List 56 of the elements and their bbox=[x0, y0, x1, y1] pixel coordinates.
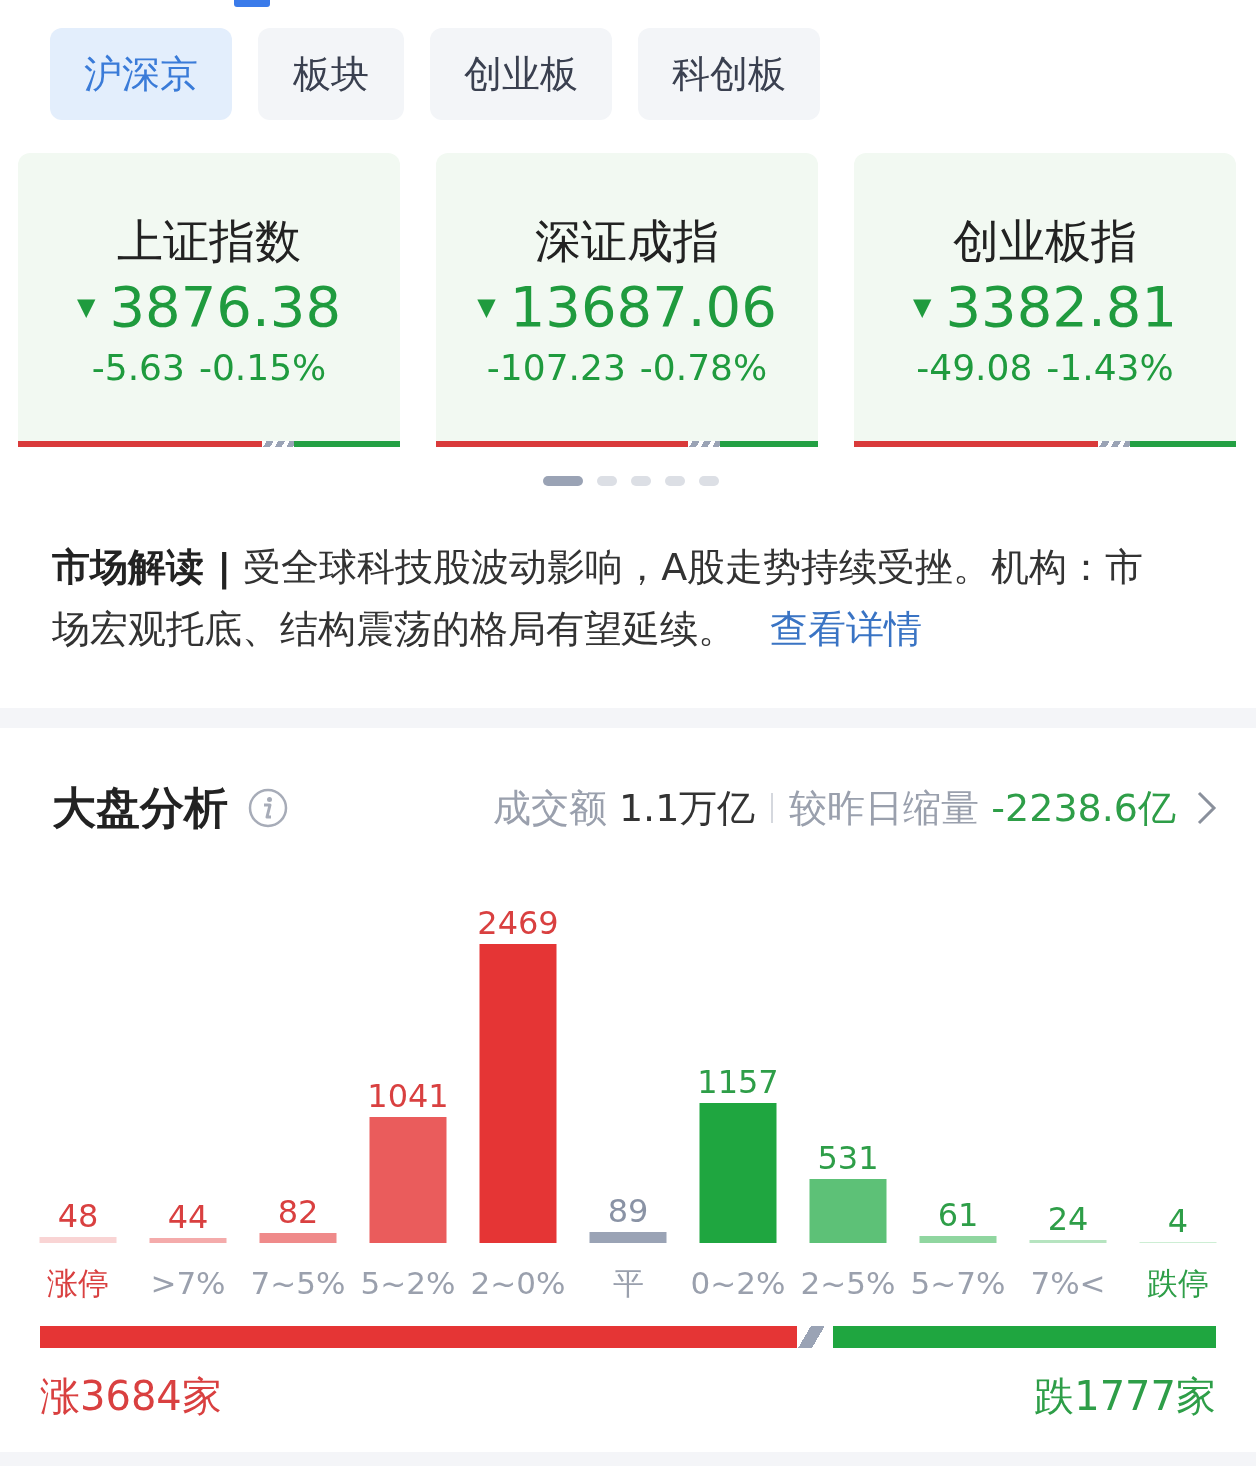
category-label: 平 bbox=[612, 1265, 644, 1301]
category-label: 跌停 bbox=[1147, 1265, 1209, 1301]
market-tab[interactable]: 科创板 bbox=[638, 28, 820, 120]
value-label: 82 bbox=[277, 1193, 319, 1231]
index-card[interactable]: 创业板指 ▼ 3382.81 -49.08 -1.43% bbox=[854, 153, 1236, 447]
turnover-label: 成交额 bbox=[492, 784, 607, 832]
category-label: 7%< bbox=[1030, 1265, 1106, 1301]
market-tab[interactable]: 沪深京 bbox=[50, 28, 232, 120]
index-change: -107.23 bbox=[486, 347, 626, 388]
category-label: >7% bbox=[150, 1265, 226, 1301]
value-label: 61 bbox=[937, 1196, 979, 1234]
compare-value: -2238.6亿 bbox=[991, 784, 1176, 832]
category-label: 7~5% bbox=[250, 1265, 346, 1301]
category-label: 0~2% bbox=[690, 1265, 786, 1301]
index-change: -49.08 bbox=[916, 347, 1033, 388]
category-label: 涨停 bbox=[47, 1265, 109, 1301]
market-tab[interactable]: 板块 bbox=[258, 28, 404, 120]
index-card[interactable]: 深证成指 ▼ 13687.06 -107.23 -0.78% bbox=[436, 153, 818, 447]
value-label: 1041 bbox=[367, 1077, 449, 1115]
index-name: 上证指数 bbox=[117, 213, 301, 269]
index-percent: -0.78% bbox=[639, 347, 768, 388]
down-arrow: ▼ bbox=[477, 295, 496, 319]
value-label: 1157 bbox=[697, 1063, 779, 1101]
index-name: 深证成指 bbox=[535, 213, 719, 269]
category-label: 2~0% bbox=[470, 1265, 566, 1301]
index-card[interactable]: 上证指数 ▼ 3876.38 -5.63 -0.15% bbox=[18, 153, 400, 447]
section-title: 大盘分析 bbox=[52, 780, 228, 835]
index-percent: -0.15% bbox=[198, 347, 327, 388]
value-label: 44 bbox=[167, 1198, 209, 1236]
fall-count: 跌1777家 bbox=[1034, 1371, 1216, 1421]
category-label: 2~5% bbox=[800, 1265, 896, 1301]
index-value: 3382.81 bbox=[945, 275, 1177, 339]
value-label: 4 bbox=[1167, 1202, 1189, 1240]
index-change: -5.63 bbox=[91, 347, 185, 388]
category-label: 5~2% bbox=[360, 1265, 456, 1301]
market-tab[interactable]: 创业板 bbox=[430, 28, 612, 120]
down-arrow: ▼ bbox=[76, 295, 96, 319]
value-label: 89 bbox=[607, 1192, 649, 1230]
down-arrow: ▼ bbox=[912, 295, 932, 319]
index-name: 创业板指 bbox=[953, 213, 1137, 269]
index-value: 13687.06 bbox=[509, 275, 777, 339]
index-value: 3876.38 bbox=[109, 275, 341, 339]
market-note: 市场解读 | 受全球科技股波动影响，A股走势持续受挫。机构：市场宏观托底、结构震荡的格局有望延续。 查看详情 bbox=[52, 544, 1145, 653]
details-link[interactable]: 查看详情 bbox=[770, 607, 922, 651]
value-label: 48 bbox=[57, 1197, 99, 1235]
chevron-right-icon[interactable] bbox=[1196, 790, 1218, 826]
value-label: 531 bbox=[817, 1139, 879, 1177]
category-label: 5~7% bbox=[910, 1265, 1006, 1301]
value-label: 2469 bbox=[477, 904, 559, 942]
info-icon[interactable] bbox=[248, 788, 288, 828]
index-percent: -1.43% bbox=[1046, 347, 1174, 388]
tab-indicator bbox=[234, 0, 270, 7]
rise-count: 涨3684家 bbox=[40, 1371, 222, 1421]
value-label: 24 bbox=[1047, 1200, 1089, 1238]
compare-label: 较昨日缩量 bbox=[789, 784, 980, 832]
turnover-value: 1.1万亿 bbox=[618, 784, 756, 832]
